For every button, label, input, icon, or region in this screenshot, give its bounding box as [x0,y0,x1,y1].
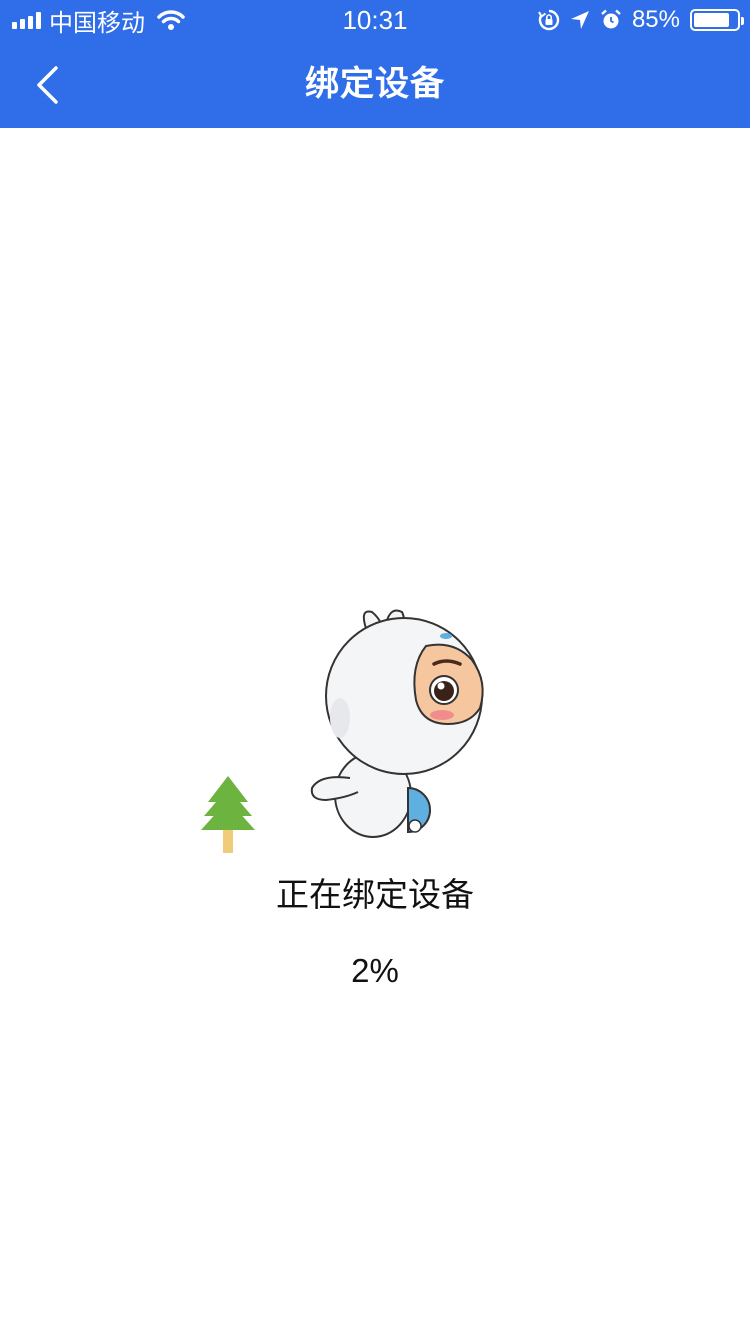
alarm-clock-icon [601,9,621,29]
location-arrow-icon [570,11,589,29]
binding-progress-percent: 2% [351,952,399,989]
battery-level-fill [694,13,730,27]
status-bar-right: 85% [538,0,744,40]
rotation-lock-icon [538,9,560,31]
battery-percentage: 85% [631,6,680,33]
tree-icon [201,776,255,853]
mascot-character [310,609,484,838]
battery-icon [690,9,744,31]
status-bar: 中国移动 10:31 85% [0,0,750,40]
binding-animation [190,600,500,860]
navigation-bar: 绑定设备 [0,40,750,128]
page-title: 绑定设备 [305,64,445,104]
binding-status-label: 正在绑定设备 [276,875,474,914]
